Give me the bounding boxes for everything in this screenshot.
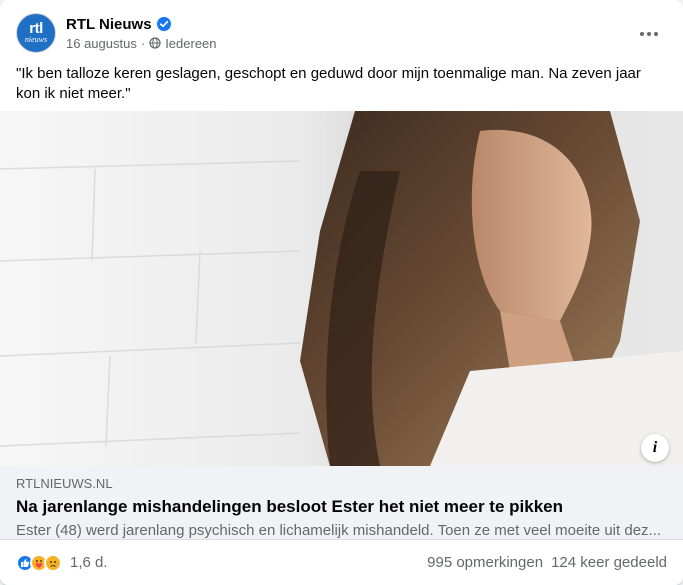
meta-row: 16 augustus · Iedereen xyxy=(66,36,217,51)
link-title[interactable]: Na jarenlange mishandelingen besloot Est… xyxy=(16,497,667,517)
more-options-icon[interactable] xyxy=(631,16,667,52)
avatar-logo-bottom: nieuws xyxy=(24,35,48,44)
post-text: "Ik ben talloze keren geslagen, geschopt… xyxy=(16,65,641,102)
avatar[interactable]: rtl nieuws xyxy=(16,13,56,53)
globe-icon[interactable] xyxy=(149,37,161,49)
post-date[interactable]: 16 augustus xyxy=(66,36,137,51)
page-name[interactable]: RTL Nieuws xyxy=(66,16,152,33)
woman-photo xyxy=(0,111,683,466)
audience-label: Iedereen xyxy=(165,35,217,51)
link-domain: RTLNIEUWS.NL xyxy=(16,476,113,491)
info-icon[interactable]: i xyxy=(641,434,669,462)
post-card: rtl nieuws RTL Nieuws 16 augustus · Iede… xyxy=(0,0,683,585)
link-image[interactable]: i xyxy=(0,111,683,466)
name-row: RTL Nieuws xyxy=(66,16,217,33)
link-preview[interactable]: RTLNIEUWS.NL Na jarenlange mishandelinge… xyxy=(0,466,683,540)
link-description: Ester (48) werd jarenlang psychisch en l… xyxy=(16,522,662,539)
verified-badge-icon xyxy=(156,17,171,31)
post-footer: 1,6 d. 995 opmerkingen 124 keer gedeeld xyxy=(0,540,683,585)
engagement-counts: 995 opmerkingen 124 keer gedeeld xyxy=(427,554,667,571)
sad-reaction-icon xyxy=(44,553,62,572)
reactions-summary[interactable]: 1,6 d. xyxy=(16,553,108,572)
post-header: rtl nieuws RTL Nieuws 16 augustus · Iede… xyxy=(16,12,671,54)
shares-count[interactable]: 124 keer gedeeld xyxy=(551,554,667,571)
avatar-logo-top: rtl xyxy=(29,20,43,37)
meta-separator: · xyxy=(140,35,146,51)
reaction-count: 1,6 d. xyxy=(70,554,108,571)
comments-count[interactable]: 995 opmerkingen xyxy=(427,554,543,571)
header-text: RTL Nieuws 16 augustus · Iedereen xyxy=(66,16,217,51)
